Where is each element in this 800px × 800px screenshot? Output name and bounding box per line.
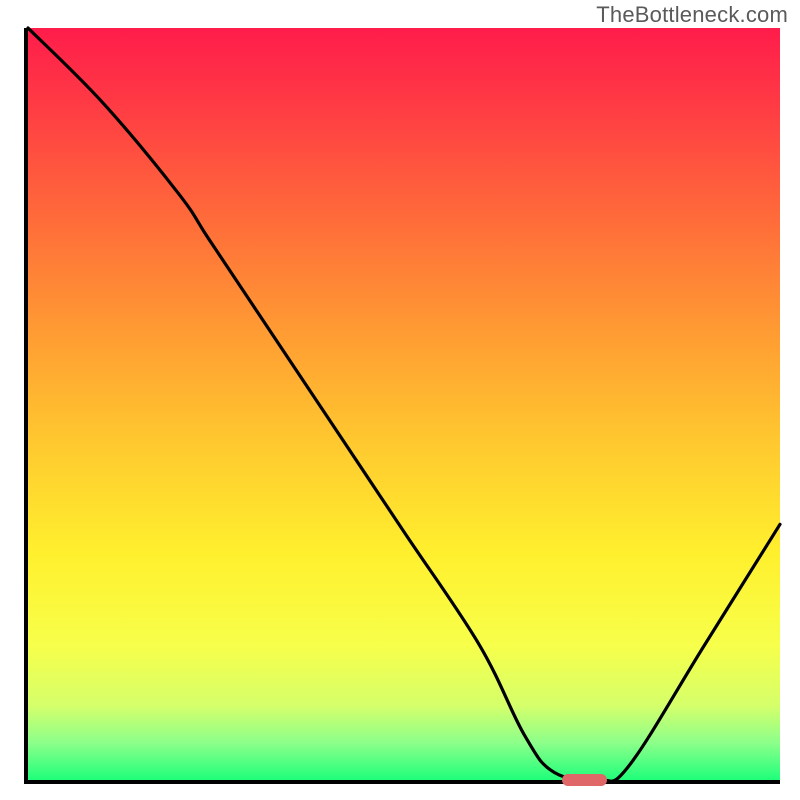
optimum-marker (562, 774, 607, 786)
bottleneck-curve (28, 28, 780, 780)
plot-area (24, 28, 780, 784)
watermark-label: TheBottleneck.com (596, 2, 788, 28)
chart-container: TheBottleneck.com (0, 0, 800, 800)
